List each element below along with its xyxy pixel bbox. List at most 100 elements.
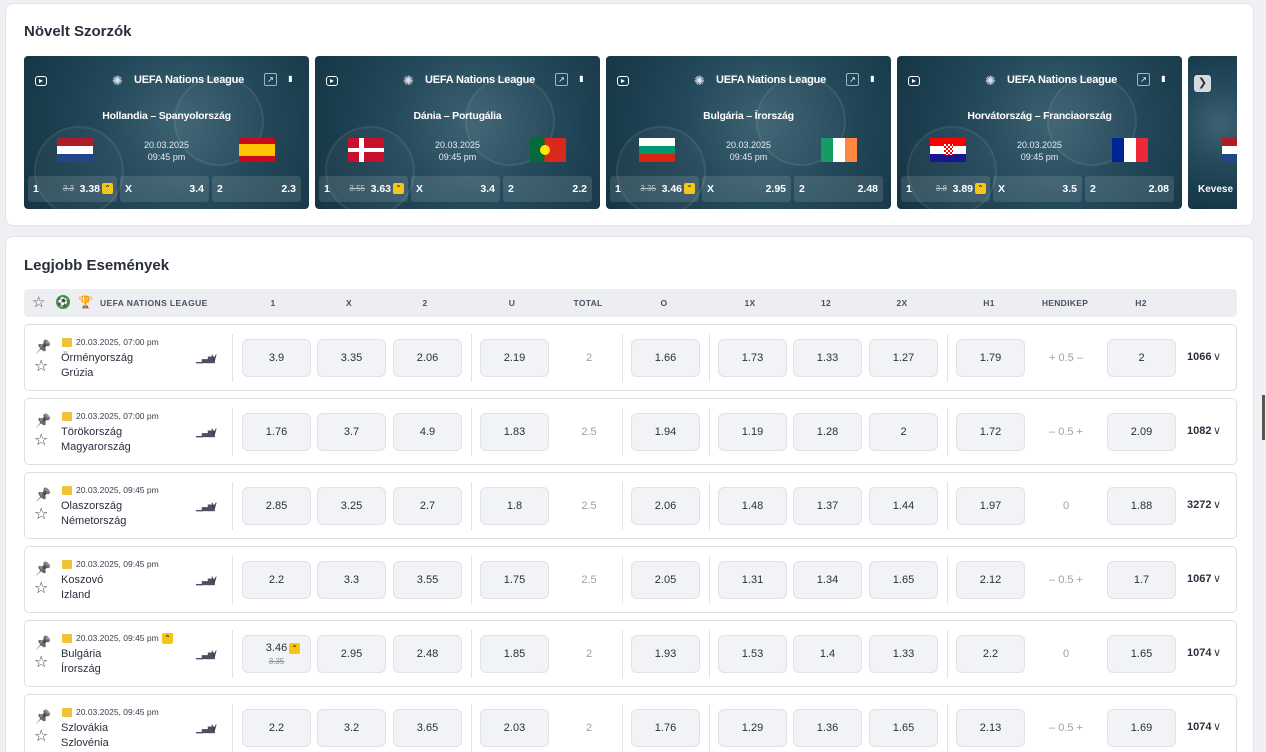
odd-button-ox[interactable]: 3.3 <box>317 561 386 599</box>
chevron-down-icon[interactable]: ∨ <box>210 647 218 660</box>
play-icon[interactable] <box>326 76 338 86</box>
odd-button-away[interactable]: 2 2.2 <box>503 176 592 202</box>
chevron-down-icon[interactable]: ∨ <box>210 351 218 364</box>
pin-icon[interactable]: 📌 <box>35 709 51 725</box>
odd-button-ox[interactable]: 2.95 <box>317 635 386 673</box>
bar-chart-icon[interactable]: ▮ <box>866 73 879 86</box>
home-team[interactable]: Bulgária <box>61 648 101 660</box>
odd-button-h1[interactable]: 2.12 <box>956 561 1025 599</box>
odd-button-o[interactable]: 2.06 <box>631 487 700 525</box>
star-icon[interactable]: ☆ <box>32 295 45 310</box>
promo-card[interactable]: ✺ UEFA Nations League ↗ ▮ Horvátország – Fra… <box>897 56 1182 209</box>
odd-button-h2[interactable]: 2 <box>1107 339 1176 377</box>
odd-button-o1[interactable]: 1.76 <box>242 413 311 451</box>
star-icon[interactable]: ☆ <box>34 655 48 671</box>
odd-button-home[interactable]: 1 3.8 3.89 ⌃ <box>901 176 990 202</box>
odd-button-d12[interactable]: 1.36 <box>793 709 862 747</box>
odd-button-h2[interactable]: 1.65 <box>1107 635 1176 673</box>
odd-button-ox[interactable]: 3.25 <box>317 487 386 525</box>
odd-button-d1x[interactable]: 1.31 <box>718 561 787 599</box>
odd-button-h2[interactable]: 1.69 <box>1107 709 1176 747</box>
star-icon[interactable]: ☆ <box>34 433 48 449</box>
odd-button-d12[interactable]: 1.37 <box>793 487 862 525</box>
markets-count[interactable]: 1074 <box>1187 647 1211 659</box>
odd-button-u[interactable]: 2.19 <box>480 339 549 377</box>
pin-icon[interactable]: 📌 <box>35 339 51 355</box>
promo-card[interactable]: ✺ UEFA Nations League ↗ ▮ Dánia – Portugália… <box>315 56 600 209</box>
odd-button-o1[interactable]: 3.9 <box>242 339 311 377</box>
odd-button-u[interactable]: 2.03 <box>480 709 549 747</box>
odd-button-o2[interactable]: 4.9 <box>393 413 462 451</box>
odd-button-ox[interactable]: 3.2 <box>317 709 386 747</box>
line-chart-icon[interactable]: ↗ <box>264 73 277 86</box>
odd-button-d2x[interactable]: 1.27 <box>869 339 938 377</box>
odd-button-o2[interactable]: 3.65 <box>393 709 462 747</box>
chevron-down-icon[interactable]: ∨ <box>1213 646 1221 659</box>
odd-button-o2[interactable]: 2.7 <box>393 487 462 525</box>
bar-chart-icon[interactable]: ▮ <box>1157 73 1170 86</box>
odd-button-draw[interactable]: X 3.4 <box>411 176 500 202</box>
odd-button-d2x[interactable]: 1.65 <box>869 709 938 747</box>
chevron-down-icon[interactable]: ∨ <box>1213 720 1221 733</box>
odd-button-draw[interactable]: X 3.4 <box>120 176 209 202</box>
odd-button-d1x[interactable]: 1.48 <box>718 487 787 525</box>
home-team[interactable]: Törökország <box>61 426 122 438</box>
pin-icon[interactable]: 📌 <box>35 487 51 503</box>
pin-icon[interactable]: 📌 <box>35 561 51 577</box>
home-team[interactable]: Olaszország <box>61 500 122 512</box>
away-team[interactable]: Izland <box>61 589 90 601</box>
odd-button-draw[interactable]: X 2.95 <box>702 176 791 202</box>
home-team[interactable]: Koszovó <box>61 574 103 586</box>
odd-button-d2x[interactable]: 1.44 <box>869 487 938 525</box>
event-row[interactable]: 📌 ☆ 20.03.2025, 09:45 pm Koszovó Izland ▁▃▅ ∨ 2… <box>24 546 1237 613</box>
odd-button-d12[interactable]: 1.33 <box>793 339 862 377</box>
odd-button-o2[interactable]: 3.55 <box>393 561 462 599</box>
chevron-down-icon[interactable]: ∨ <box>1213 498 1221 511</box>
odd-button-home[interactable]: 1 3.35 3.46 ⌃ <box>610 176 699 202</box>
star-icon[interactable]: ☆ <box>34 581 48 597</box>
markets-count[interactable]: 1066 <box>1187 351 1211 363</box>
odd-button-d1x[interactable]: 1.29 <box>718 709 787 747</box>
odd-button-ox[interactable]: 3.35 <box>317 339 386 377</box>
event-row[interactable]: 📌 ☆ 20.03.2025, 09:45 pm Szlovákia Szlovénia… <box>24 694 1237 752</box>
odd-button-o1[interactable]: 2.85 <box>242 487 311 525</box>
scrollbar[interactable] <box>1262 395 1265 440</box>
bar-chart-icon[interactable]: ▮ <box>575 73 588 86</box>
chevron-down-icon[interactable]: ∨ <box>210 721 218 734</box>
odd-button-o[interactable]: 1.76 <box>631 709 700 747</box>
odd-button-o[interactable]: 1.93 <box>631 635 700 673</box>
chevron-down-icon[interactable]: ∨ <box>210 573 218 586</box>
odd-button-o2[interactable]: 2.48 <box>393 635 462 673</box>
pin-icon[interactable]: 📌 <box>35 413 51 429</box>
markets-count[interactable]: 1074 <box>1187 721 1211 733</box>
odd-button-d12[interactable]: 1.4 <box>793 635 862 673</box>
odd-button-h2[interactable]: 1.88 <box>1107 487 1176 525</box>
line-chart-icon[interactable]: ↗ <box>555 73 568 86</box>
odd-button-o[interactable]: 1.66 <box>631 339 700 377</box>
away-team[interactable]: Grúzia <box>61 367 93 379</box>
markets-count[interactable]: 1082 <box>1187 425 1211 437</box>
odd-button-d12[interactable]: 1.28 <box>793 413 862 451</box>
odd-button-h1[interactable]: 2.2 <box>956 635 1025 673</box>
star-icon[interactable]: ☆ <box>34 359 48 375</box>
event-row[interactable]: 📌 ☆ 20.03.2025, 09:45 pm ⌃ Bulgária Írország ▁… <box>24 620 1237 687</box>
event-row[interactable]: 📌 ☆ 20.03.2025, 09:45 pm Olaszország Németor… <box>24 472 1237 539</box>
odd-button-h1[interactable]: 1.97 <box>956 487 1025 525</box>
chevron-down-icon[interactable]: ∨ <box>1213 424 1221 437</box>
away-team[interactable]: Szlovénia <box>61 737 109 749</box>
carousel-next-button[interactable]: ❯ <box>1194 75 1211 92</box>
odd-button-away[interactable]: 2 2.08 <box>1085 176 1174 202</box>
odd-button-d1x[interactable]: 1.19 <box>718 413 787 451</box>
odd-button-o[interactable]: 2.05 <box>631 561 700 599</box>
chevron-down-icon[interactable]: ∨ <box>1213 350 1221 363</box>
odd-button-h1[interactable]: 1.79 <box>956 339 1025 377</box>
chevron-down-icon[interactable]: ∨ <box>210 499 218 512</box>
odd-button-o1[interactable]: 2.2 <box>242 709 311 747</box>
odd-button-u[interactable]: 1.85 <box>480 635 549 673</box>
away-team[interactable]: Írország <box>61 663 101 675</box>
home-team[interactable]: Szlovákia <box>61 722 108 734</box>
odd-button-d1x[interactable]: 1.53 <box>718 635 787 673</box>
odd-button-o1[interactable]: 3.46 ⌃ 3.35 <box>242 635 311 673</box>
chevron-down-icon[interactable]: ∨ <box>210 425 218 438</box>
odd-button-h2[interactable]: 2.09 <box>1107 413 1176 451</box>
